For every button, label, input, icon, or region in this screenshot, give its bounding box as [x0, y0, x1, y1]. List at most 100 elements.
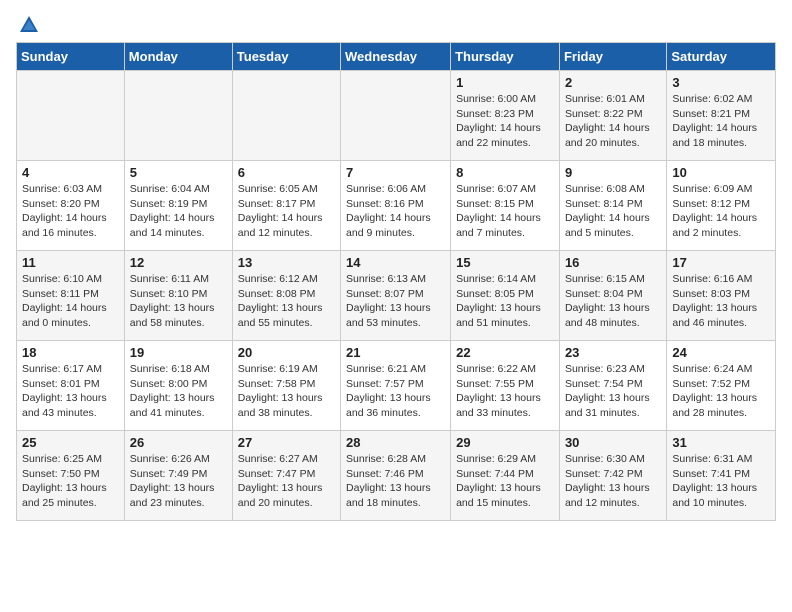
- day-cell-27: 27 Sunrise: 6:27 AM Sunset: 7:47 PM Dayli…: [232, 431, 340, 521]
- day-info: Sunrise: 6:13 AM Sunset: 8:07 PM Dayligh…: [346, 272, 445, 331]
- day-cell-21: 21 Sunrise: 6:21 AM Sunset: 7:57 PM Dayli…: [341, 341, 451, 431]
- day-number: 13: [238, 255, 335, 270]
- day-info: Sunrise: 6:26 AM Sunset: 7:49 PM Dayligh…: [130, 452, 227, 511]
- day-number: 14: [346, 255, 445, 270]
- day-number: 19: [130, 345, 227, 360]
- day-info: Sunrise: 6:01 AM Sunset: 8:22 PM Dayligh…: [565, 92, 661, 151]
- weekday-header-thursday: Thursday: [451, 43, 560, 71]
- day-cell-4: 4 Sunrise: 6:03 AM Sunset: 8:20 PM Daylig…: [17, 161, 125, 251]
- day-info: Sunrise: 6:28 AM Sunset: 7:46 PM Dayligh…: [346, 452, 445, 511]
- logo: [16, 16, 40, 32]
- day-info: Sunrise: 6:15 AM Sunset: 8:04 PM Dayligh…: [565, 272, 661, 331]
- day-cell-19: 19Sunrise: 6:18 AM Sunset: 8:00 PM Dayli…: [124, 341, 232, 431]
- week-row-3: 11Sunrise: 6:10 AM Sunset: 8:11 PM Dayli…: [17, 251, 776, 341]
- day-number: 23: [565, 345, 661, 360]
- day-info: Sunrise: 6:12 AM Sunset: 8:08 PM Dayligh…: [238, 272, 335, 331]
- day-info: Sunrise: 6:08 AM Sunset: 8:14 PM Dayligh…: [565, 182, 661, 241]
- empty-cell: [124, 71, 232, 161]
- day-cell-30: 30 Sunrise: 6:30 AM Sunset: 7:42 PM Dayli…: [559, 431, 666, 521]
- weekday-header-friday: Friday: [559, 43, 666, 71]
- day-number: 20: [238, 345, 335, 360]
- day-info: Sunrise: 6:04 AM Sunset: 8:19 PM Dayligh…: [130, 182, 227, 241]
- day-number: 26: [130, 435, 227, 450]
- day-info: Sunrise: 6:05 AM Sunset: 8:17 PM Dayligh…: [238, 182, 335, 241]
- week-row-5: 25 Sunrise: 6:25 AM Sunset: 7:50 PM Dayli…: [17, 431, 776, 521]
- day-cell-12: 12 Sunrise: 6:11 AM Sunset: 8:10 PM Dayli…: [124, 251, 232, 341]
- day-cell-13: 13 Sunrise: 6:12 AM Sunset: 8:08 PM Dayli…: [232, 251, 340, 341]
- empty-cell: [341, 71, 451, 161]
- empty-cell: [232, 71, 340, 161]
- day-cell-9: 9 Sunrise: 6:08 AM Sunset: 8:14 PM Daylig…: [559, 161, 666, 251]
- page-header: [16, 16, 776, 32]
- day-cell-25: 25 Sunrise: 6:25 AM Sunset: 7:50 PM Dayli…: [17, 431, 125, 521]
- day-number: 1: [456, 75, 554, 90]
- day-number: 6: [238, 165, 335, 180]
- day-cell-23: 23Sunrise: 6:23 AM Sunset: 7:54 PM Dayli…: [559, 341, 666, 431]
- day-info: Sunrise: 6:09 AM Sunset: 8:12 PM Dayligh…: [672, 182, 770, 241]
- day-number: 22: [456, 345, 554, 360]
- day-number: 21: [346, 345, 445, 360]
- day-info: Sunrise: 6:03 AM Sunset: 8:20 PM Dayligh…: [22, 182, 119, 241]
- day-info: Sunrise: 6:24 AM Sunset: 7:52 PM Dayligh…: [672, 362, 770, 421]
- week-row-4: 18 Sunrise: 6:17 AM Sunset: 8:01 PM Dayli…: [17, 341, 776, 431]
- weekday-header-tuesday: Tuesday: [232, 43, 340, 71]
- day-cell-8: 8 Sunrise: 6:07 AM Sunset: 8:15 PM Daylig…: [451, 161, 560, 251]
- day-info: Sunrise: 6:14 AM Sunset: 8:05 PM Dayligh…: [456, 272, 554, 331]
- weekday-header-saturday: Saturday: [667, 43, 776, 71]
- weekday-header-wednesday: Wednesday: [341, 43, 451, 71]
- day-number: 28: [346, 435, 445, 450]
- empty-cell: [17, 71, 125, 161]
- day-info: Sunrise: 6:07 AM Sunset: 8:15 PM Dayligh…: [456, 182, 554, 241]
- day-cell-1: 1 Sunrise: 6:00 AM Sunset: 8:23 PM Daylig…: [451, 71, 560, 161]
- day-number: 16: [565, 255, 661, 270]
- day-info: Sunrise: 6:17 AM Sunset: 8:01 PM Dayligh…: [22, 362, 119, 421]
- day-info: Sunrise: 6:16 AM Sunset: 8:03 PM Dayligh…: [672, 272, 770, 331]
- day-cell-26: 26 Sunrise: 6:26 AM Sunset: 7:49 PM Dayli…: [124, 431, 232, 521]
- day-cell-31: 31 Sunrise: 6:31 AM Sunset: 7:41 PM Dayli…: [667, 431, 776, 521]
- day-number: 24: [672, 345, 770, 360]
- day-number: 15: [456, 255, 554, 270]
- day-info: Sunrise: 6:02 AM Sunset: 8:21 PM Dayligh…: [672, 92, 770, 151]
- day-number: 27: [238, 435, 335, 450]
- day-cell-16: 16 Sunrise: 6:15 AM Sunset: 8:04 PM Dayli…: [559, 251, 666, 341]
- calendar-table: SundayMondayTuesdayWednesdayThursdayFrid…: [16, 42, 776, 521]
- day-cell-10: 10 Sunrise: 6:09 AM Sunset: 8:12 PM Dayli…: [667, 161, 776, 251]
- day-cell-15: 15 Sunrise: 6:14 AM Sunset: 8:05 PM Dayli…: [451, 251, 560, 341]
- day-number: 25: [22, 435, 119, 450]
- day-number: 31: [672, 435, 770, 450]
- day-number: 3: [672, 75, 770, 90]
- logo-icon: [18, 14, 40, 36]
- day-cell-29: 29Sunrise: 6:29 AM Sunset: 7:44 PM Dayli…: [451, 431, 560, 521]
- day-cell-5: 5Sunrise: 6:04 AM Sunset: 8:19 PM Daylig…: [124, 161, 232, 251]
- day-info: Sunrise: 6:11 AM Sunset: 8:10 PM Dayligh…: [130, 272, 227, 331]
- week-row-2: 4 Sunrise: 6:03 AM Sunset: 8:20 PM Daylig…: [17, 161, 776, 251]
- day-cell-24: 24 Sunrise: 6:24 AM Sunset: 7:52 PM Dayli…: [667, 341, 776, 431]
- day-info: Sunrise: 6:21 AM Sunset: 7:57 PM Dayligh…: [346, 362, 445, 421]
- day-info: Sunrise: 6:22 AM Sunset: 7:55 PM Dayligh…: [456, 362, 554, 421]
- day-cell-3: 3 Sunrise: 6:02 AM Sunset: 8:21 PM Daylig…: [667, 71, 776, 161]
- day-number: 18: [22, 345, 119, 360]
- day-number: 11: [22, 255, 119, 270]
- day-number: 30: [565, 435, 661, 450]
- day-number: 10: [672, 165, 770, 180]
- day-number: 2: [565, 75, 661, 90]
- day-info: Sunrise: 6:06 AM Sunset: 8:16 PM Dayligh…: [346, 182, 445, 241]
- day-number: 12: [130, 255, 227, 270]
- day-number: 4: [22, 165, 119, 180]
- day-number: 8: [456, 165, 554, 180]
- weekday-header-row: SundayMondayTuesdayWednesdayThursdayFrid…: [17, 43, 776, 71]
- day-cell-28: 28 Sunrise: 6:28 AM Sunset: 7:46 PM Dayli…: [341, 431, 451, 521]
- day-info: Sunrise: 6:31 AM Sunset: 7:41 PM Dayligh…: [672, 452, 770, 511]
- week-row-1: 1 Sunrise: 6:00 AM Sunset: 8:23 PM Daylig…: [17, 71, 776, 161]
- day-cell-11: 11Sunrise: 6:10 AM Sunset: 8:11 PM Dayli…: [17, 251, 125, 341]
- day-cell-20: 20Sunrise: 6:19 AM Sunset: 7:58 PM Dayli…: [232, 341, 340, 431]
- day-cell-22: 22 Sunrise: 6:22 AM Sunset: 7:55 PM Dayli…: [451, 341, 560, 431]
- day-info: Sunrise: 6:27 AM Sunset: 7:47 PM Dayligh…: [238, 452, 335, 511]
- day-number: 9: [565, 165, 661, 180]
- day-cell-17: 17 Sunrise: 6:16 AM Sunset: 8:03 PM Dayli…: [667, 251, 776, 341]
- day-info: Sunrise: 6:00 AM Sunset: 8:23 PM Dayligh…: [456, 92, 554, 151]
- day-info: Sunrise: 6:30 AM Sunset: 7:42 PM Dayligh…: [565, 452, 661, 511]
- day-number: 17: [672, 255, 770, 270]
- day-number: 7: [346, 165, 445, 180]
- day-info: Sunrise: 6:25 AM Sunset: 7:50 PM Dayligh…: [22, 452, 119, 511]
